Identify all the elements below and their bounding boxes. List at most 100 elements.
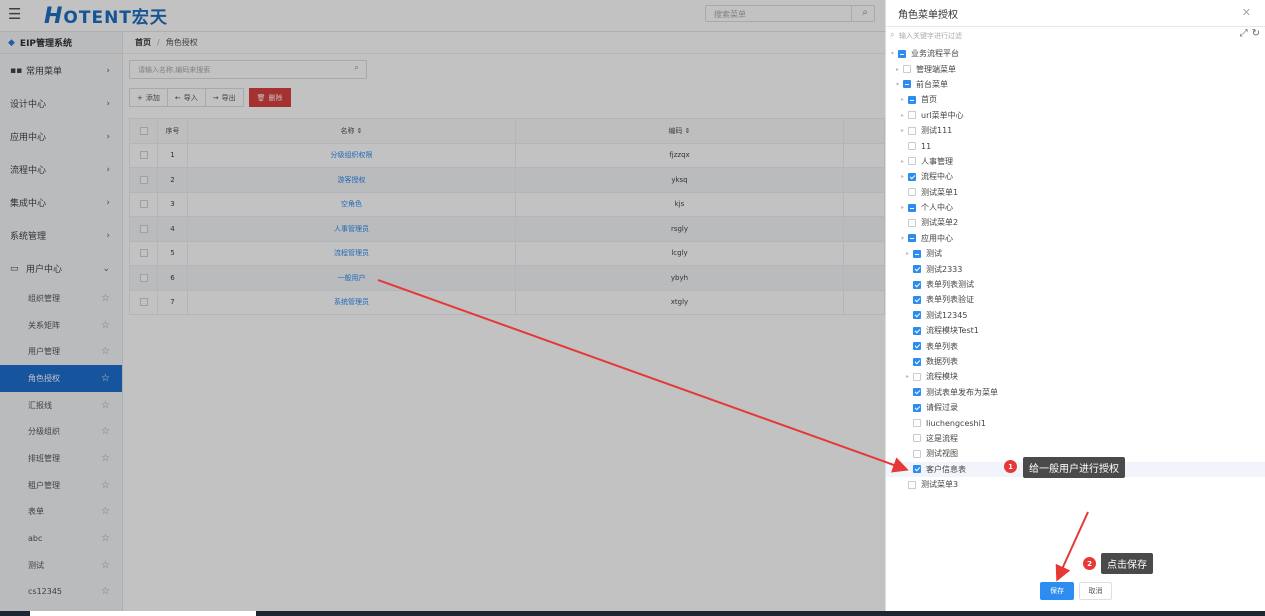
tree-node[interactable]: 请假过录 [886,400,1265,415]
tree-node[interactable]: liuchengceshi1 [886,415,1265,430]
tree-node-checkbox[interactable] [903,65,911,74]
tree-node[interactable]: 测试表单发布为菜单 [886,385,1265,400]
caret-right-icon[interactable]: ▸ [899,173,906,180]
tree-node-checkbox[interactable] [903,80,911,89]
tree-node-checkbox[interactable] [913,357,921,366]
tree-node-checkbox[interactable] [908,480,916,489]
tree-filter-input[interactable]: ⌕ 输入关键字进行过滤 ⤢ ↻ [890,28,1260,43]
annotation-badge-2: 2 [1083,557,1096,570]
tree-node[interactable]: ▸ 人事管理 [886,154,1265,169]
search-icon: ⌕ [890,30,895,39]
tree-node-label: 业务流程平台 [911,49,959,59]
tree-node-checkbox[interactable] [908,142,916,151]
tree-node-checkbox[interactable] [913,249,921,258]
tree-node-checkbox[interactable] [908,218,916,227]
tree-node-label: 测试12345 [926,310,968,320]
tree-node-checkbox[interactable] [913,465,921,474]
caret-down-icon[interactable]: ▾ [889,50,896,57]
tree-node-label: 表单列表验证 [926,295,974,305]
tree-node[interactable]: ▸ 测试111 [886,123,1265,138]
tree-node-checkbox[interactable] [913,434,921,443]
tree-node-label: 表单列表 [926,341,958,351]
tree-node-label: 数据列表 [926,357,958,366]
tree-node-checkbox[interactable] [908,157,916,166]
tree-node-checkbox[interactable] [913,311,921,320]
cancel-button[interactable]: 取消 [1079,582,1112,600]
drawer-footer: 保存 取消 [886,580,1265,602]
tree-node-checkbox[interactable] [913,388,921,397]
tree-node-label: 测试 [926,249,942,259]
tree-node-label: 流程模块Test1 [926,326,979,336]
tree-node[interactable]: 测试菜单1 [886,185,1265,200]
tree-node-label: 管理端菜单 [916,64,956,74]
modal-mask[interactable] [0,0,885,616]
tree-node-label: 测试菜单2 [921,218,959,228]
menu-tree: ▾ 业务流程平台 ▸ 管理端菜单 ▾ 前台菜单 ▸ 首页 ▸ url菜单中心 ▸ 测试111 11 ▸ 人事… [886,46,1265,492]
tree-node-checkbox[interactable] [913,372,921,381]
annotation-tip-2: 点击保存 [1101,553,1153,574]
tree-node-checkbox[interactable] [913,403,921,412]
tree-node[interactable]: ▾ 前台菜单 [886,77,1265,92]
tree-node[interactable]: ▸ 流程模块 [886,369,1265,384]
tree-node-checkbox[interactable] [908,188,916,197]
tree-node-checkbox[interactable] [908,95,916,104]
tree-node-checkbox[interactable] [898,49,906,58]
caret-right-icon[interactable]: ▸ [899,127,906,134]
tree-node[interactable]: ▸ url菜单中心 [886,108,1265,123]
tree-node-checkbox[interactable] [908,126,916,135]
tree-node-checkbox[interactable] [913,265,921,274]
tree-node[interactable]: 数据列表 [886,354,1265,369]
caret-right-icon[interactable]: ▸ [899,204,906,211]
tree-node-label: 测试2333 [926,264,963,274]
tree-node-checkbox[interactable] [913,295,921,304]
tree-node[interactable]: ▸ 管理端菜单 [886,61,1265,76]
tree-node-checkbox[interactable] [913,419,921,428]
caret-right-icon[interactable]: ▸ [899,112,906,119]
tree-node-checkbox[interactable] [908,172,916,181]
caret-right-icon[interactable]: ▸ [899,96,906,103]
tree-node-label: 人事管理 [921,156,953,166]
close-icon[interactable]: ✕ [1242,6,1251,19]
tree-node[interactable]: 表单列表验证 [886,292,1265,307]
caret-right-icon[interactable]: ▸ [894,66,901,73]
expand-icon[interactable]: ⤢ [1240,28,1248,39]
caret-down-icon[interactable]: ▾ [894,81,901,88]
tree-node-label: 首页 [921,95,937,105]
caret-right-icon[interactable]: ▸ [904,373,911,380]
tree-node-checkbox[interactable] [913,342,921,351]
caret-right-icon[interactable]: ▸ [904,250,911,257]
tree-node-label: 流程中心 [921,172,953,182]
tree-node-label: 11 [921,141,932,151]
tree-node[interactable]: 这是流程 [886,431,1265,446]
tree-node-label: 流程模块 [926,372,958,382]
tree-node[interactable]: 11 [886,138,1265,153]
tree-node[interactable]: 表单列表 [886,338,1265,353]
tree-node-checkbox[interactable] [908,111,916,120]
tree-node[interactable]: 测试菜单2 [886,215,1265,230]
tree-node[interactable]: 测试菜单3 [886,477,1265,492]
tree-node[interactable]: ▾ 应用中心 [886,231,1265,246]
tree-node-checkbox[interactable] [908,203,916,212]
tree-node[interactable]: 测试12345 [886,308,1265,323]
tree-node-label: 这是流程 [926,433,958,443]
tree-node[interactable]: 流程模块Test1 [886,323,1265,338]
tree-node[interactable]: 表单列表测试 [886,277,1265,292]
refresh-icon[interactable]: ↻ [1252,28,1260,39]
tree-node[interactable]: ▸ 流程中心 [886,169,1265,184]
tree-node-label: 测试视图 [926,449,958,459]
tree-node[interactable]: ▸ 测试 [886,246,1265,261]
caret-down-icon[interactable]: ▾ [899,235,906,242]
tree-node-checkbox[interactable] [913,449,921,458]
save-button[interactable]: 保存 [1040,582,1074,600]
tree-node-label: 测试菜单3 [921,480,959,490]
tree-node-label: url菜单中心 [921,110,964,120]
caret-right-icon[interactable]: ▸ [899,158,906,165]
tree-node[interactable]: ▾ 业务流程平台 [886,46,1265,61]
tree-node[interactable]: ▸ 个人中心 [886,200,1265,215]
tree-node[interactable]: 测试2333 [886,261,1265,276]
tree-node-checkbox[interactable] [908,234,916,243]
tree-node-label: 客户信息表 [926,464,966,474]
tree-node-checkbox[interactable] [913,326,921,335]
tree-node-checkbox[interactable] [913,280,921,289]
tree-node[interactable]: ▸ 首页 [886,92,1265,107]
